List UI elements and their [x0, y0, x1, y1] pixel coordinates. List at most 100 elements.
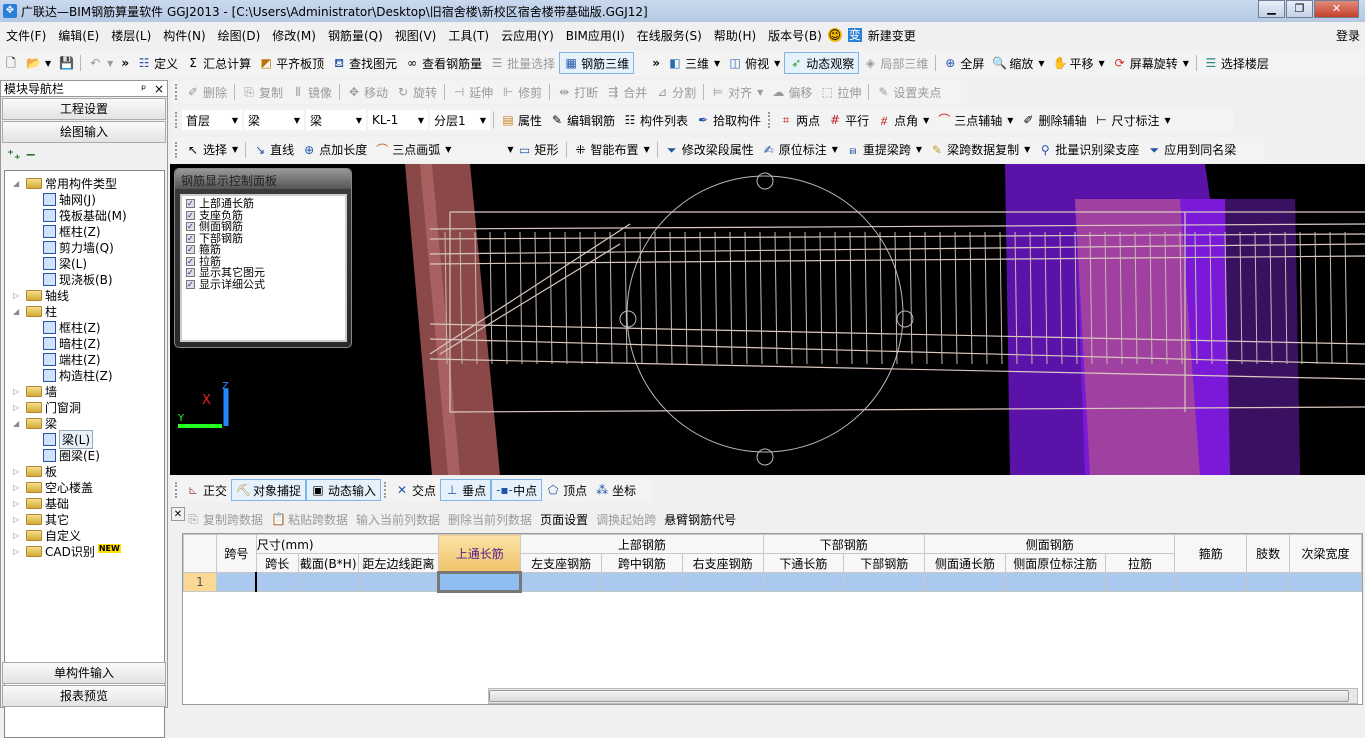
- pan-button[interactable]: ✋ 平移 ▼: [1049, 52, 1109, 74]
- open-file-button[interactable]: 📂 ▼: [22, 52, 55, 74]
- calc-button[interactable]: Σ 汇总计算: [182, 52, 255, 74]
- save-button[interactable]: 💾: [55, 52, 77, 74]
- delete-column-button[interactable]: 删除当前列数据: [444, 508, 536, 530]
- select-floor-button[interactable]: ☰ 选择楼层: [1200, 52, 1273, 74]
- batch-identify-support-button[interactable]: ⚲ 批量识别梁支座: [1034, 139, 1143, 161]
- col-secondary-width[interactable]: 次梁宽度: [1289, 534, 1362, 573]
- menu-help[interactable]: 帮助(H): [708, 27, 762, 44]
- layer-select[interactable]: 分层1 ▼: [430, 110, 490, 130]
- collapse-all-icon[interactable]: −: [25, 148, 36, 163]
- batch-select-button[interactable]: ☰ 批量选择: [486, 52, 559, 74]
- checkbox[interactable]: ✓: [186, 279, 195, 289]
- two-point-axis-button[interactable]: ⌗ 两点: [775, 109, 824, 131]
- menu-online[interactable]: 在线服务(S): [631, 27, 708, 44]
- nav-close-button[interactable]: ×: [154, 82, 164, 96]
- menu-floor[interactable]: 楼层(L): [105, 27, 157, 44]
- tree-item[interactable]: 筏板基础(M): [43, 207, 127, 223]
- maximize-button[interactable]: ❐: [1286, 0, 1313, 18]
- component-select[interactable]: KL-1 ▼: [368, 110, 428, 130]
- rebar-checkbox-item[interactable]: ✓ 显示其它图元: [186, 267, 341, 279]
- dimension-button[interactable]: ⊢ 尺寸标注 ▼: [1090, 109, 1174, 131]
- cell[interactable]: [924, 572, 1006, 592]
- col-stirrup[interactable]: 箍筋: [1174, 534, 1248, 573]
- rebar-checkbox-item[interactable]: ✓ 上部通长筋: [186, 198, 341, 210]
- new-change-button[interactable]: 新建变更: [862, 27, 922, 44]
- tree-folder[interactable]: ◢ 梁: [13, 415, 57, 431]
- tree-folder[interactable]: ◢ 柱: [13, 303, 57, 319]
- zoom-button[interactable]: 🔍 缩放 ▼: [988, 52, 1048, 74]
- edit-rebar-button[interactable]: ✎ 编辑钢筋: [546, 109, 619, 131]
- screen-rotate-button[interactable]: ⟳ 屏幕旋转 ▼: [1109, 52, 1193, 74]
- tree-folder[interactable]: ▷ 自定义: [13, 527, 81, 543]
- pick-component-button[interactable]: ✒ 拾取构件: [692, 109, 765, 131]
- expand-icon[interactable]: ▷: [13, 291, 23, 300]
- cell[interactable]: [215, 572, 257, 592]
- offset-button[interactable]: ☁ 偏移: [767, 81, 816, 103]
- page-setup-button[interactable]: 页面设置: [536, 508, 592, 530]
- three-point-arc-button[interactable]: ⌒ 三点画弧 ▼: [371, 139, 455, 161]
- tree-folder[interactable]: ▷ 其它: [13, 511, 69, 527]
- break-button[interactable]: ⇹ 打断: [553, 81, 602, 103]
- cell[interactable]: [1174, 572, 1248, 592]
- col-mid-span[interactable]: 跨中钢筋: [600, 553, 683, 573]
- ortho-button[interactable]: ⊾ 正交: [182, 479, 231, 501]
- 3d-button[interactable]: ◧ 三维 ▼: [664, 52, 724, 74]
- expand-icon[interactable]: ▷: [13, 387, 23, 396]
- find-element-button[interactable]: ⛾ 查找图元: [328, 52, 401, 74]
- tree-folder[interactable]: ◢ 常用构件类型: [13, 175, 117, 191]
- parallel-axis-button[interactable]: # 平行: [824, 109, 873, 131]
- row-number[interactable]: 1: [183, 572, 217, 592]
- undo-button[interactable]: ↶ ▼: [84, 52, 117, 74]
- close-button[interactable]: ✕: [1314, 0, 1359, 18]
- expand-icon[interactable]: ▷: [13, 467, 23, 476]
- re-extract-span-button[interactable]: ⩎ 重提梁跨 ▼: [842, 139, 926, 161]
- midpoint-button[interactable]: -▪- 中点: [491, 479, 543, 501]
- orbit-button[interactable]: ➶ 动态观察: [784, 52, 860, 74]
- col-tie[interactable]: 拉筋: [1104, 553, 1176, 573]
- expand-all-icon[interactable]: ⁺₊: [7, 148, 21, 163]
- swap-start-span-button[interactable]: 调换起始跨: [592, 508, 660, 530]
- collapse-icon[interactable]: ◢: [13, 307, 23, 316]
- cell[interactable]: [843, 572, 926, 592]
- line-button[interactable]: ↘ 直线: [249, 139, 298, 161]
- new-file-button[interactable]: 🗋: [0, 52, 22, 74]
- checkbox[interactable]: ✓: [186, 268, 195, 278]
- cell[interactable]: [357, 572, 440, 592]
- category-select[interactable]: 梁 ▼: [244, 110, 304, 130]
- pin-button[interactable]: ᵖ: [141, 82, 146, 96]
- move-button[interactable]: ✥ 移动: [343, 81, 392, 103]
- menu-modify[interactable]: 修改(M): [266, 27, 322, 44]
- rebar-3d-button[interactable]: ▦ 钢筋三维: [559, 52, 635, 74]
- checkbox[interactable]: ✓: [186, 233, 195, 243]
- col-right-support[interactable]: 右支座钢筋: [681, 553, 764, 573]
- menu-rebar-qty[interactable]: 钢筋量(Q): [322, 27, 389, 44]
- properties-button[interactable]: ▤ 属性: [497, 109, 546, 131]
- delete-button[interactable]: ✐ 删除: [182, 81, 231, 103]
- copy-button[interactable]: ⎘ 复制: [238, 81, 287, 103]
- project-settings-button[interactable]: 工程设置: [2, 98, 166, 120]
- extend-button[interactable]: ⊣ 延伸: [448, 81, 497, 103]
- minimize-button[interactable]: ▁: [1258, 0, 1285, 18]
- menu-draw[interactable]: 绘图(D): [212, 27, 267, 44]
- tree-item[interactable]: 圈梁(E): [43, 447, 100, 463]
- tree-item[interactable]: 现浇板(B): [43, 271, 113, 287]
- checkbox[interactable]: ✓: [186, 199, 195, 209]
- menu-tools[interactable]: 工具(T): [442, 27, 495, 44]
- col-bottom-through[interactable]: 下通长筋: [762, 553, 845, 573]
- tree-folder[interactable]: ▷ 基础: [13, 495, 69, 511]
- rebar-checkbox-item[interactable]: ✓ 显示详细公式: [186, 279, 341, 291]
- cantilever-code-button[interactable]: 悬臂钢筋代号: [660, 508, 740, 530]
- set-grip-button[interactable]: ✎ 设置夹点: [872, 81, 945, 103]
- tree-item[interactable]: 剪力墙(Q): [43, 239, 114, 255]
- tree-folder[interactable]: ▷ 墙: [13, 383, 57, 399]
- fullscreen-button[interactable]: ⊕ 全屏: [939, 52, 988, 74]
- active-cell[interactable]: [437, 571, 523, 593]
- col-side-through[interactable]: 侧面通长筋: [924, 553, 1006, 573]
- tree-item[interactable]: 端柱(Z): [43, 351, 101, 367]
- floor-select[interactable]: 首层 ▼: [182, 110, 242, 130]
- expand-icon[interactable]: ▷: [13, 531, 23, 540]
- smart-layout-button[interactable]: ⁜ 智能布置 ▼: [570, 139, 654, 161]
- cell[interactable]: [520, 572, 602, 592]
- table-row[interactable]: 1: [183, 571, 1362, 593]
- collapse-icon[interactable]: ◢: [13, 179, 23, 188]
